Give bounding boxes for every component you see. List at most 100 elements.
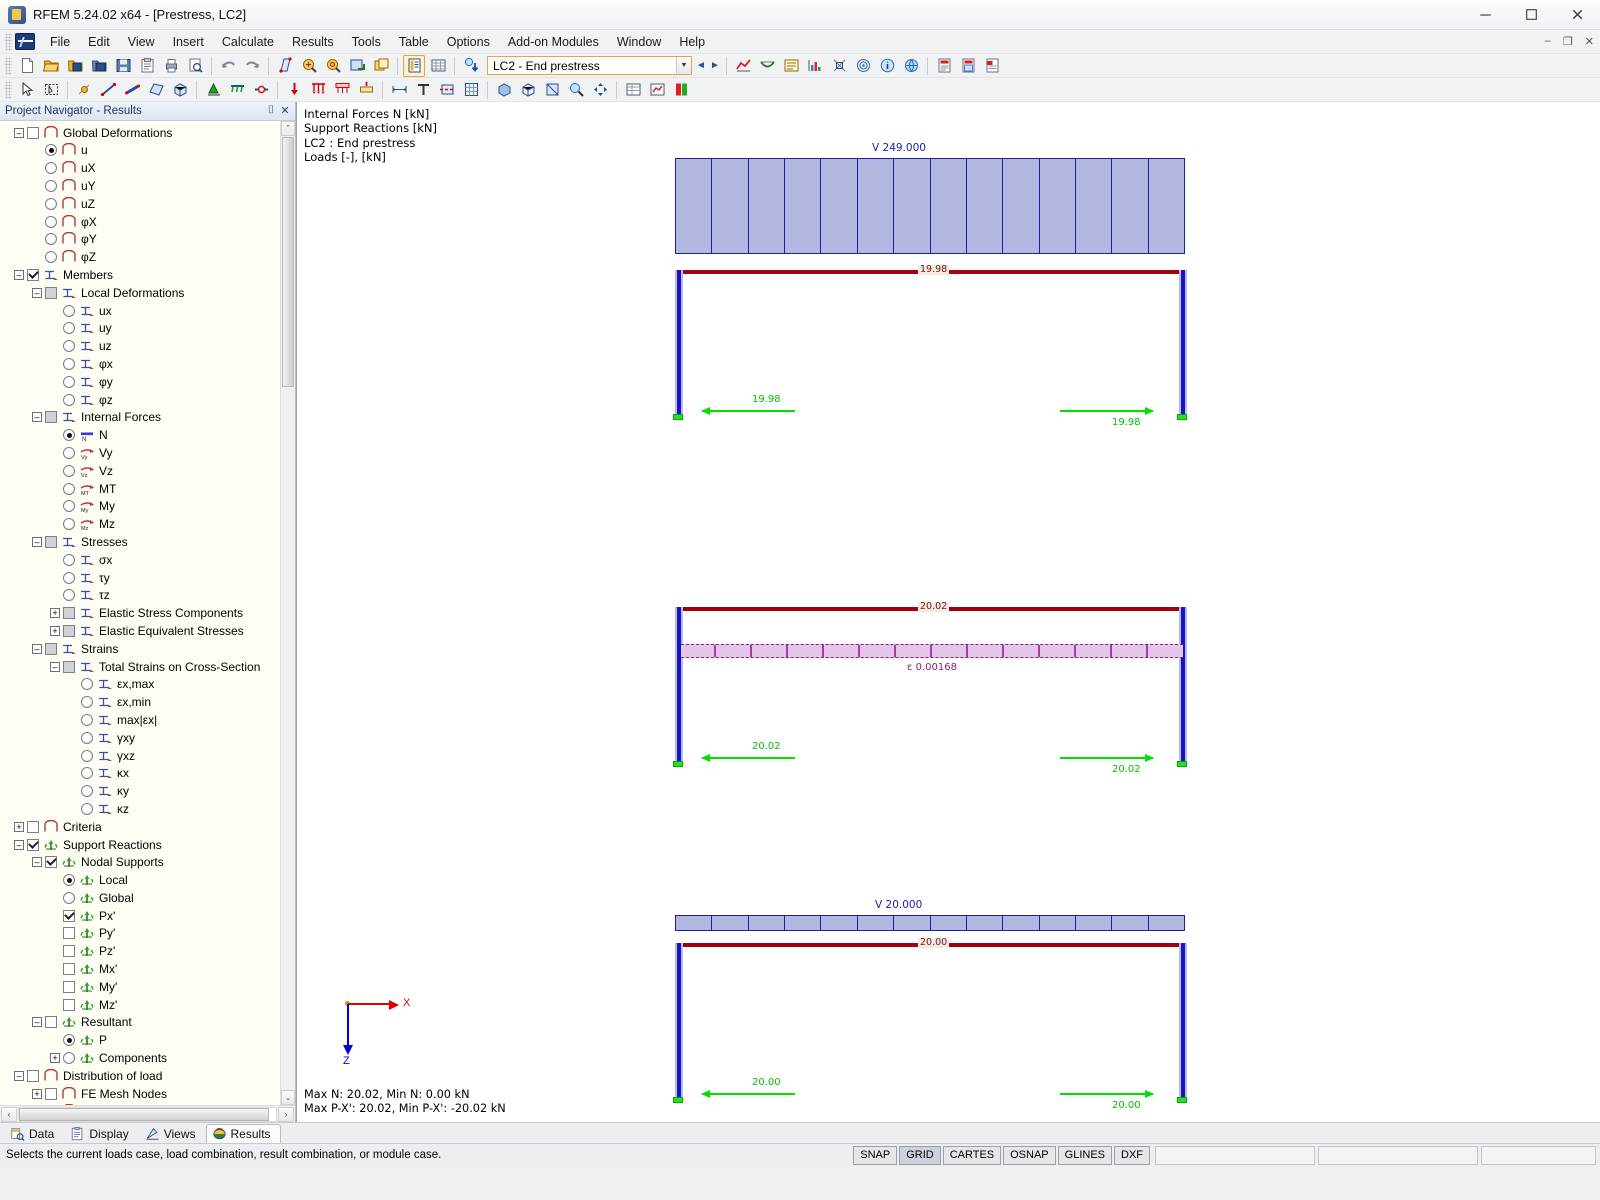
redraw-icon[interactable]: [346, 55, 368, 77]
redo-icon[interactable]: [241, 55, 263, 77]
collapse-icon[interactable]: [14, 839, 24, 850]
tab-data[interactable]: Data: [4, 1124, 64, 1143]
result-chart-icon[interactable]: [646, 79, 668, 101]
tree-checkbox[interactable]: [45, 642, 57, 655]
imposed-load-icon[interactable]: [355, 79, 377, 101]
expand-icon[interactable]: [50, 1053, 60, 1064]
tree-checkbox[interactable]: [27, 838, 39, 851]
tree-radio[interactable]: [63, 464, 75, 477]
scroll-down-button[interactable]: ⌄: [281, 1090, 295, 1106]
tree-checkbox[interactable]: [63, 980, 75, 993]
pointer-icon[interactable]: [16, 79, 38, 101]
tree-item[interactable]: φy: [4, 373, 280, 391]
menu-table[interactable]: Table: [390, 32, 438, 52]
tree-item[interactable]: max|εx|: [4, 711, 280, 729]
navigator-vertical-scrollbar[interactable]: ⌃ ⌄: [280, 120, 295, 1106]
grid-table-icon[interactable]: [427, 55, 449, 77]
tree-checkbox[interactable]: [63, 927, 75, 940]
figure-3-right-column[interactable]: [1179, 607, 1187, 763]
tree-item[interactable]: P: [4, 1031, 280, 1049]
tree-item[interactable]: Strains: [4, 640, 280, 658]
menu-addon-modules[interactable]: Add-on Modules: [499, 32, 608, 52]
tree-radio[interactable]: [63, 500, 75, 513]
result-values-icon[interactable]: [780, 55, 802, 77]
doc-restore-button[interactable]: ❐: [1557, 35, 1579, 48]
tree-radio[interactable]: [45, 197, 57, 210]
tree-item[interactable]: φx: [4, 355, 280, 373]
tree-item[interactable]: Local Deformations: [4, 284, 280, 302]
tree-item[interactable]: My': [4, 978, 280, 996]
status-toggle-cartes[interactable]: CARTES: [942, 1145, 1002, 1165]
tree-item[interactable]: εx,min: [4, 693, 280, 711]
tree-checkbox[interactable]: [27, 126, 39, 139]
graphics-workspace[interactable]: Internal Forces N [kN] Support Reactions…: [296, 102, 1600, 1122]
result-table-icon[interactable]: [622, 79, 644, 101]
collapse-icon[interactable]: [14, 270, 24, 280]
tree-item[interactable]: τy: [4, 569, 280, 587]
tree-checkbox[interactable]: [27, 1069, 39, 1082]
maximize-button[interactable]: [1508, 0, 1554, 30]
figure-4-load-bar[interactable]: [675, 915, 1185, 931]
calculate-icon[interactable]: [460, 55, 482, 77]
tree-radio[interactable]: [81, 731, 93, 744]
tree-checkbox[interactable]: [63, 945, 75, 958]
undo-icon[interactable]: [217, 55, 239, 77]
tree-item[interactable]: φZ: [4, 248, 280, 266]
tree-item[interactable]: Components: [4, 1049, 280, 1067]
tree-radio[interactable]: [81, 802, 93, 815]
select-objects-icon[interactable]: [40, 79, 62, 101]
tree-checkbox[interactable]: [27, 269, 39, 281]
tree-item[interactable]: εx,max: [4, 675, 280, 693]
tree-radio[interactable]: [63, 429, 75, 442]
tree-item[interactable]: uZ: [4, 195, 280, 213]
figure-2-right-column[interactable]: [1179, 270, 1187, 416]
tree-radio[interactable]: [63, 589, 75, 602]
tree-radio[interactable]: [63, 340, 75, 353]
expand-icon[interactable]: [14, 821, 24, 832]
pan-view-icon[interactable]: [589, 79, 611, 101]
tree-radio[interactable]: [63, 482, 75, 495]
tree-radio[interactable]: [63, 891, 75, 904]
expand-icon[interactable]: [50, 608, 60, 619]
menu-help[interactable]: Help: [670, 32, 714, 52]
show-deformation-icon[interactable]: [756, 55, 778, 77]
tree-radio[interactable]: [45, 251, 57, 264]
tree-item[interactable]: γxz: [4, 747, 280, 765]
doc-close-button[interactable]: ✕: [1579, 35, 1600, 48]
line-load-icon[interactable]: [307, 79, 329, 101]
tree-item[interactable]: κx: [4, 764, 280, 782]
solid-icon[interactable]: [169, 79, 191, 101]
scroll-thumb[interactable]: [282, 136, 294, 387]
tree-item[interactable]: Py': [4, 925, 280, 943]
nodal-support-icon[interactable]: [202, 79, 224, 101]
print-graphic-icon[interactable]: [957, 55, 979, 77]
menu-window[interactable]: Window: [608, 32, 670, 52]
tree-radio[interactable]: [63, 1034, 75, 1047]
status-toggle-dxf[interactable]: DXF: [1114, 1145, 1150, 1165]
tree-checkbox[interactable]: [45, 1016, 57, 1029]
tree-radio[interactable]: [63, 553, 75, 566]
tree-checkbox[interactable]: [45, 286, 57, 299]
save-project-icon[interactable]: [112, 55, 134, 77]
tree-item[interactable]: Stresses: [4, 533, 280, 551]
tree-radio[interactable]: [45, 215, 57, 228]
result-diagram-icon[interactable]: [804, 55, 826, 77]
tree-item[interactable]: Support Reactions: [4, 836, 280, 854]
collapse-icon[interactable]: [14, 1070, 24, 1081]
collapse-icon[interactable]: [50, 661, 60, 672]
tree-item[interactable]: uy: [4, 320, 280, 338]
tree-item[interactable]: κz: [4, 800, 280, 818]
table-toggle-icon[interactable]: [403, 54, 425, 77]
menu-edit[interactable]: Edit: [79, 32, 119, 52]
tree-radio[interactable]: [81, 767, 93, 780]
printout-report-icon[interactable]: [933, 55, 955, 77]
menu-insert[interactable]: Insert: [164, 32, 213, 52]
pin-icon[interactable]: ⌷: [264, 104, 278, 117]
tree-item[interactable]: τz: [4, 586, 280, 604]
scroll-up-button[interactable]: ⌃: [281, 120, 295, 136]
color-scale-icon[interactable]: [670, 79, 692, 101]
menu-results[interactable]: Results: [283, 32, 343, 52]
tree-radio[interactable]: [45, 180, 57, 193]
tree-item[interactable]: uz: [4, 337, 280, 355]
tree-checkbox[interactable]: [63, 660, 75, 673]
